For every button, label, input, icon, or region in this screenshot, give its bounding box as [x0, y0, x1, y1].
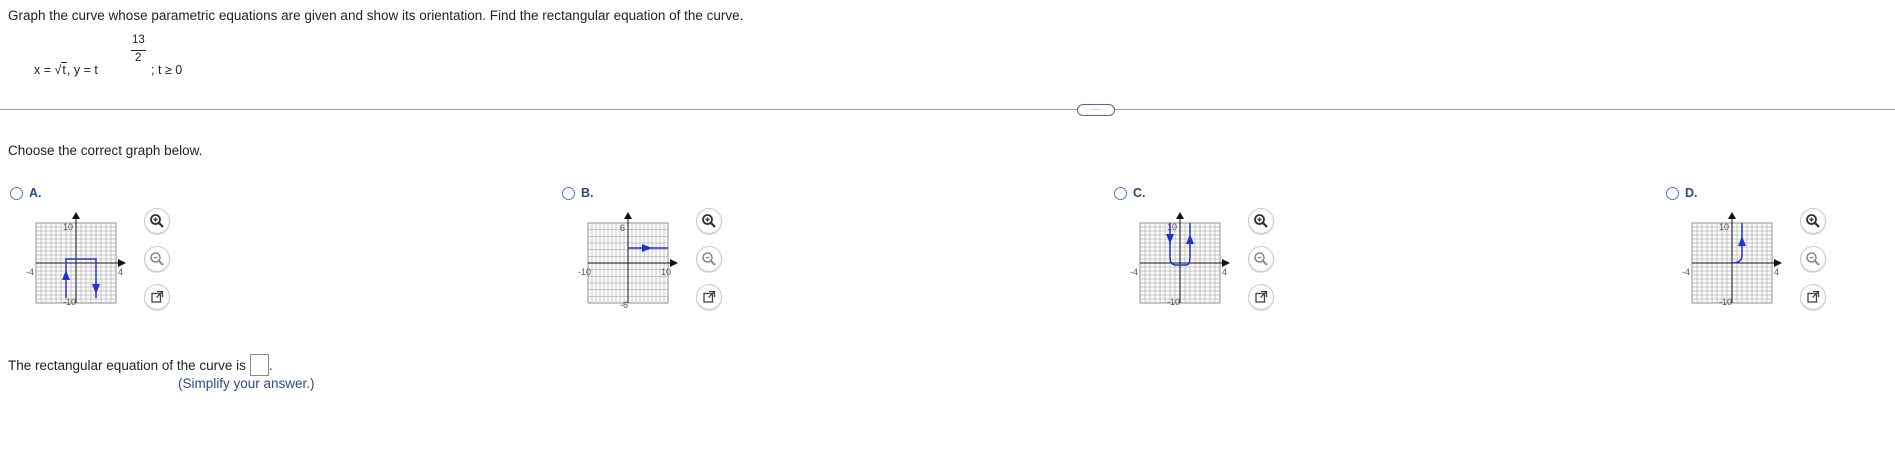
popout-button-a[interactable] [144, 284, 170, 310]
zoom-in-button-d[interactable] [1800, 208, 1826, 234]
popout-icon [1255, 290, 1268, 303]
zoom-out-button-c[interactable] [1248, 246, 1274, 272]
exponent-denominator: 2 [135, 52, 142, 64]
zoom-in-icon [150, 214, 164, 228]
eq-x-part: x = [34, 63, 52, 77]
x-min-label: -10 [578, 267, 591, 277]
sqrt-symbol: √t [54, 62, 67, 77]
popout-button-b[interactable] [696, 284, 722, 310]
zoom-out-icon [1254, 252, 1268, 266]
zoom-in-button-c[interactable] [1248, 208, 1274, 234]
x-max-label: 4 [1774, 267, 1779, 277]
popout-icon [703, 290, 716, 303]
y-max-label: 6 [620, 223, 625, 233]
option-d-label: D. [1685, 186, 1698, 200]
zoom-in-icon [702, 214, 716, 228]
zoom-in-button-a[interactable] [144, 208, 170, 234]
graph-option-d[interactable]: 10 -10 -4 4 [1682, 208, 1782, 312]
radio-option-a[interactable] [10, 186, 23, 200]
y-max-label: 10 [1167, 222, 1177, 232]
zoom-out-button-b[interactable] [696, 246, 722, 272]
radio-option-c[interactable] [1114, 186, 1127, 200]
answer-line: The rectangular equation of the curve is… [8, 354, 273, 376]
graph-option-a[interactable]: 10 -10 -4 4 [26, 208, 126, 312]
zoom-in-icon [1806, 214, 1820, 228]
answer-input[interactable] [249, 354, 269, 376]
popout-button-c[interactable] [1248, 284, 1274, 310]
zoom-in-icon [1254, 214, 1268, 228]
option-a[interactable]: A. [10, 184, 42, 202]
popout-icon [151, 290, 164, 303]
y-min-label: -10 [1719, 297, 1732, 307]
x-max-label: 4 [1222, 267, 1227, 277]
eq-constraint: ; t ≥ 0 [151, 63, 183, 77]
radio-option-b[interactable] [562, 186, 575, 200]
eq-comma: , [66, 63, 71, 77]
y-min-label: -10 [63, 297, 76, 307]
x-min-label: -4 [26, 267, 34, 277]
option-a-label: A. [29, 186, 42, 200]
y-max-label: 10 [63, 222, 73, 232]
answer-period: . [268, 357, 273, 373]
zoom-out-icon [702, 252, 716, 266]
popout-icon [1807, 290, 1820, 303]
option-b-label: B. [581, 186, 594, 200]
y-max-label: 10 [1719, 222, 1729, 232]
option-c[interactable]: C. [1114, 184, 1146, 202]
simplify-hint: (Simplify your answer.) [178, 376, 315, 391]
eq-radicand: t [61, 62, 67, 77]
x-min-label: -4 [1682, 267, 1690, 277]
radio-option-d[interactable] [1666, 186, 1679, 200]
eq-y-part: y = t [73, 63, 98, 77]
y-min-label: -6 [620, 300, 628, 310]
zoom-in-button-b[interactable] [696, 208, 722, 234]
graph-option-c[interactable]: 10 -10 -4 4 [1130, 208, 1230, 312]
option-c-label: C. [1133, 186, 1146, 200]
exponent-numerator: 13 [132, 34, 145, 46]
graph-option-b[interactable]: 6 -6 -10 10 [578, 208, 678, 312]
x-max-label: 10 [661, 267, 671, 277]
more-button[interactable]: ··· [1077, 104, 1115, 116]
zoom-out-button-a[interactable] [144, 246, 170, 272]
zoom-out-button-d[interactable] [1800, 246, 1826, 272]
answer-text: The rectangular equation of the curve is [8, 357, 246, 373]
option-b[interactable]: B. [562, 184, 594, 202]
y-min-label: -10 [1167, 297, 1180, 307]
choose-prompt: Choose the correct graph below. [8, 143, 203, 158]
section-divider [0, 109, 1895, 110]
zoom-out-icon [1806, 252, 1820, 266]
fraction-bar [131, 50, 146, 51]
x-min-label: -4 [1130, 267, 1138, 277]
zoom-out-icon [150, 252, 164, 266]
option-d[interactable]: D. [1666, 184, 1698, 202]
popout-button-d[interactable] [1800, 284, 1826, 310]
question-instruction: Graph the curve whose parametric equatio… [8, 8, 744, 23]
x-max-label: 4 [118, 267, 123, 277]
